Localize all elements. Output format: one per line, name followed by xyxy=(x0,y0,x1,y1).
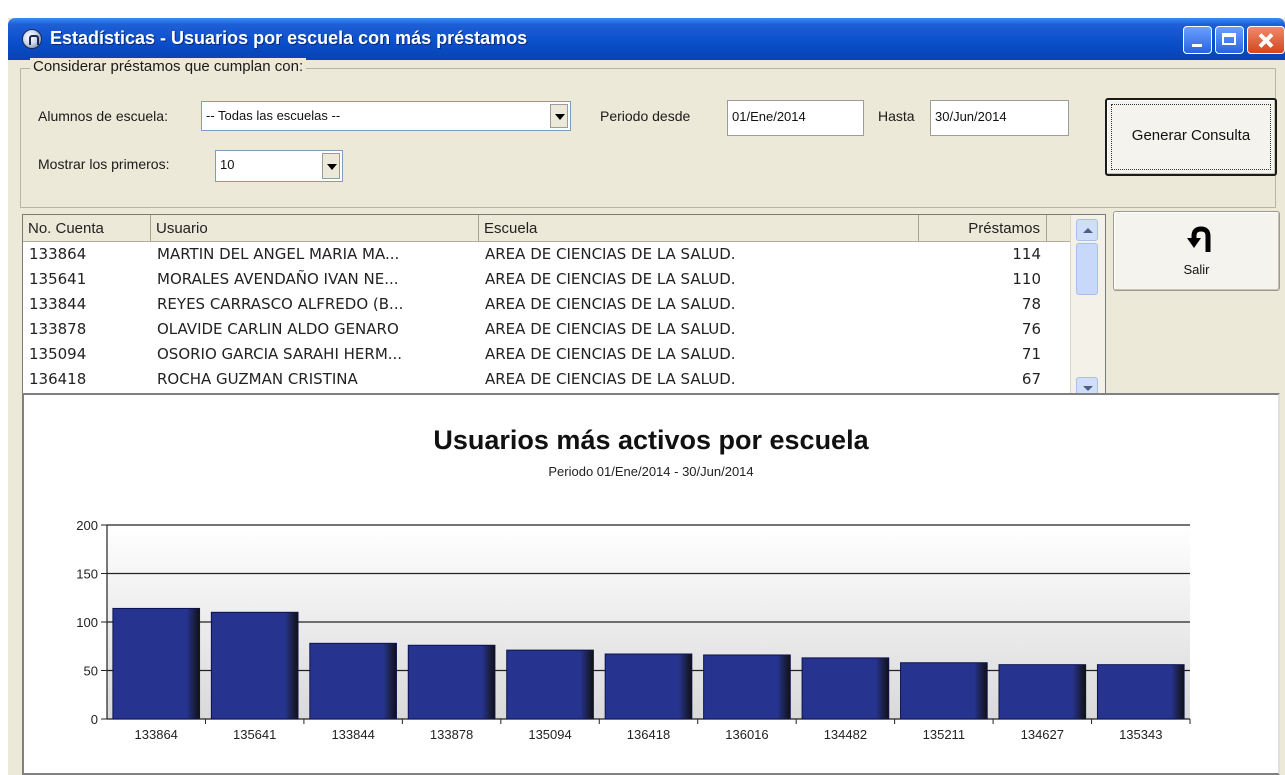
table-cell: 76 xyxy=(1021,320,1041,338)
y-tick-label: 50 xyxy=(84,664,98,679)
criteria-legend: Considerar préstamos que cumplan con: xyxy=(30,58,307,75)
chevron-down-icon[interactable] xyxy=(550,104,568,128)
generate-query-button[interactable]: Generar Consulta xyxy=(1105,98,1277,176)
table-cell: 135641 xyxy=(29,270,87,288)
x-tick-label: 133864 xyxy=(135,727,178,742)
y-tick-label: 150 xyxy=(76,567,98,582)
close-button[interactable] xyxy=(1247,26,1285,54)
x-tick-label: 134627 xyxy=(1021,727,1064,742)
table-row[interactable]: 136418 ROCHA GUZMAN CRISTINA AREA DE CIENC… xyxy=(23,367,1073,392)
show-first-label: Mostrar los primeros: xyxy=(38,156,170,172)
y-tick-label: 100 xyxy=(76,615,98,630)
bar xyxy=(998,664,1087,720)
users-grid[interactable]: No. Cuenta Usuario Escuela Préstamos 133… xyxy=(22,214,1106,404)
table-cell: 133864 xyxy=(29,245,87,263)
table-row[interactable]: 133864 MARTIN DEL ANGEL MARIA MA... AREA D… xyxy=(23,242,1073,267)
period-from-label: Periodo desde xyxy=(600,108,691,124)
table-cell: 110 xyxy=(1012,270,1041,288)
period-to-value: 30/Jun/2014 xyxy=(935,109,1007,124)
table-cell: AREA DE CIENCIAS DE LA SALUD. xyxy=(485,345,736,363)
window-title: Estadísticas - Usuarios por escuela con … xyxy=(50,28,528,48)
bar xyxy=(210,611,299,720)
table-cell: 67 xyxy=(1021,370,1041,388)
table-cell: AREA DE CIENCIAS DE LA SALUD. xyxy=(485,245,736,263)
school-label: Alumnos de escuela: xyxy=(38,108,168,124)
chart-title: Usuarios más activos por escuela xyxy=(433,425,869,455)
x-tick-label: 135343 xyxy=(1119,727,1162,742)
bar xyxy=(703,654,791,720)
bar xyxy=(604,653,693,720)
return-arrow-icon xyxy=(1187,226,1211,252)
school-select[interactable]: -- Todas las escuelas -- xyxy=(201,101,571,131)
table-cell: MORALES AVENDAÑO IVAN NE... xyxy=(157,270,399,288)
bar xyxy=(506,649,594,720)
table-cell: 78 xyxy=(1021,295,1041,313)
x-tick-label: 136418 xyxy=(627,727,670,742)
chevron-down-icon[interactable] xyxy=(322,153,340,179)
table-cell: REYES CARRASCO ALFREDO (B... xyxy=(157,295,404,313)
table-row[interactable]: 133844 REYES CARRASCO ALFREDO (B... AREA D… xyxy=(23,292,1073,317)
show-first-value: 10 xyxy=(220,157,235,172)
table-cell: 71 xyxy=(1021,345,1041,363)
table-cell: OLAVIDE CARLIN ALDO GENARO xyxy=(157,320,399,338)
bar xyxy=(1096,664,1185,720)
x-tick-label: 135641 xyxy=(233,727,276,742)
scroll-up-icon[interactable] xyxy=(1076,219,1098,241)
table-cell: AREA DE CIENCIAS DE LA SALUD. xyxy=(485,370,736,388)
column-header-loans[interactable]: Préstamos xyxy=(919,215,1047,241)
table-cell: OSORIO GARCIA SARAHI HERM... xyxy=(157,345,403,363)
bar xyxy=(407,644,496,720)
x-tick-label: 135094 xyxy=(528,727,571,742)
title-bar[interactable]: Estadísticas - Usuarios por escuela con … xyxy=(8,18,1285,60)
criteria-group xyxy=(20,68,1276,208)
exit-label: Salir xyxy=(1183,262,1210,277)
table-cell: 114 xyxy=(1012,245,1041,263)
x-tick-label: 133878 xyxy=(430,727,473,742)
period-to-label: Hasta xyxy=(878,108,915,124)
column-header-user[interactable]: Usuario xyxy=(151,215,479,241)
bar xyxy=(309,642,397,720)
table-row[interactable]: 135094 OSORIO GARCIA SARAHI HERM... AREA D… xyxy=(23,342,1073,367)
minimize-button[interactable] xyxy=(1183,26,1212,54)
x-tick-label: 136016 xyxy=(725,727,768,742)
table-cell: 135094 xyxy=(29,345,87,363)
bar xyxy=(900,662,988,720)
table-cell: AREA DE CIENCIAS DE LA SALUD. xyxy=(485,270,736,288)
bar xyxy=(112,607,201,720)
table-cell: MARTIN DEL ANGEL MARIA MA... xyxy=(157,245,400,263)
table-row[interactable]: 135641 MORALES AVENDAÑO IVAN NE... AREA DE… xyxy=(23,267,1073,292)
x-tick-label: 133844 xyxy=(331,727,374,742)
column-header-school[interactable]: Escuela xyxy=(479,215,919,241)
y-tick-label: 200 xyxy=(76,518,98,533)
x-tick-label: 134482 xyxy=(824,727,867,742)
y-tick-label: 0 xyxy=(91,712,98,727)
table-cell: AREA DE CIENCIAS DE LA SALUD. xyxy=(485,320,736,338)
exit-button[interactable]: Salir xyxy=(1113,211,1280,291)
app-lock-icon xyxy=(22,29,42,49)
chart-subtitle: Periodo 01/Ene/2014 - 30/Jun/2014 xyxy=(548,464,754,479)
grid-header: No. Cuenta Usuario Escuela Préstamos xyxy=(23,215,1073,242)
table-cell: AREA DE CIENCIAS DE LA SALUD. xyxy=(485,295,736,313)
show-first-select[interactable]: 10 xyxy=(215,150,343,182)
generate-query-label: Generar Consulta xyxy=(1131,127,1251,144)
scroll-thumb[interactable] xyxy=(1076,243,1098,295)
maximize-button[interactable] xyxy=(1215,26,1244,54)
table-cell: 133878 xyxy=(29,320,87,338)
period-from-input[interactable]: 01/Ene/2014 xyxy=(727,100,864,136)
bar xyxy=(801,657,890,720)
table-row[interactable]: 133878 OLAVIDE CARLIN ALDO GENARO AREA DE … xyxy=(23,317,1073,342)
table-cell: 133844 xyxy=(29,295,87,313)
statistics-window: Estadísticas - Usuarios por escuela con … xyxy=(8,18,1285,775)
column-header-account[interactable]: No. Cuenta xyxy=(23,215,151,241)
table-cell: ROCHA GUZMAN CRISTINA xyxy=(157,370,358,388)
table-cell: 136418 xyxy=(29,370,87,388)
period-to-input[interactable]: 30/Jun/2014 xyxy=(930,100,1069,136)
x-tick-label: 135211 xyxy=(923,727,965,742)
grid-scrollbar[interactable] xyxy=(1070,215,1105,403)
period-from-value: 01/Ene/2014 xyxy=(732,109,806,124)
chart-panel: 0 50 100 150 200 133864 135641 133844 133878 1350… xyxy=(22,393,1280,775)
school-select-value: -- Todas las escuelas -- xyxy=(206,108,341,123)
